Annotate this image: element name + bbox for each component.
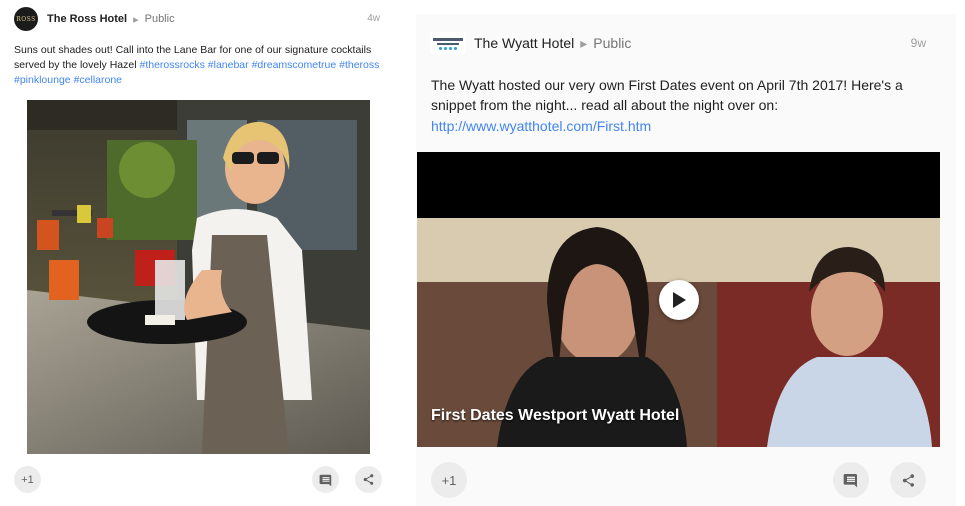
share-icon (902, 473, 914, 487)
comment-icon (843, 474, 857, 488)
chevron-right-icon: ▸ (133, 13, 139, 26)
post-card-ross: ROSS The Ross Hotel ▸ Public 4w Suns out… (0, 0, 390, 506)
post-text: The Wyatt hosted our very own First Date… (431, 75, 936, 136)
hashtag[interactable]: #therossrocks (139, 59, 204, 71)
author-name[interactable]: The Wyatt Hotel (474, 35, 574, 51)
plus-one-button[interactable]: +1 (431, 462, 467, 498)
hashtag[interactable]: #dreamscometrue (252, 59, 337, 71)
play-button[interactable] (659, 280, 699, 320)
plus-one-label: +1 (441, 472, 457, 488)
video-player[interactable]: First Dates Westport Wyatt Hotel (417, 152, 940, 447)
audience-label: Public (593, 35, 632, 51)
hashtag[interactable]: #cellarone (74, 74, 122, 86)
hashtag[interactable]: #lanebar (208, 59, 249, 71)
comment-button[interactable] (312, 466, 339, 493)
logo-mark (433, 37, 463, 41)
hashtag[interactable]: #pinklounge (14, 74, 71, 86)
logo-mark (437, 42, 459, 45)
logo-dots (439, 46, 457, 50)
audience-label: Public (144, 13, 175, 25)
post-age[interactable]: 4w (367, 13, 380, 24)
post-header: The Wyatt Hotel ▸ Public (430, 32, 631, 54)
post-header: ROSS The Ross Hotel ▸ Public (14, 7, 175, 31)
plus-one-button[interactable]: +1 (14, 466, 41, 493)
share-icon (363, 474, 374, 485)
comment-button[interactable] (833, 462, 869, 498)
post-age[interactable]: 9w (911, 36, 926, 50)
chevron-right-icon: ▸ (580, 34, 588, 51)
video-title[interactable]: First Dates Westport Wyatt Hotel (431, 407, 679, 425)
play-icon (673, 292, 686, 308)
hashtag[interactable]: #theross (339, 59, 379, 71)
plus-one-label: +1 (21, 473, 34, 486)
post-text: Suns out shades out! Call into the Lane … (14, 43, 382, 89)
avatar[interactable] (430, 32, 466, 54)
share-button[interactable] (355, 466, 382, 493)
waitress-photo (27, 100, 370, 454)
post-text-body: The Wyatt hosted our very own First Date… (431, 77, 903, 114)
post-photo[interactable] (27, 100, 370, 454)
post-card-wyatt: The Wyatt Hotel ▸ Public 9w The Wyatt ho… (416, 14, 956, 506)
author-name[interactable]: The Ross Hotel (47, 13, 127, 25)
post-link[interactable]: http://www.wyatthotel.com/First.htm (431, 118, 651, 134)
comment-icon (319, 474, 331, 486)
share-button[interactable] (890, 462, 926, 498)
avatar[interactable]: ROSS (14, 7, 38, 31)
